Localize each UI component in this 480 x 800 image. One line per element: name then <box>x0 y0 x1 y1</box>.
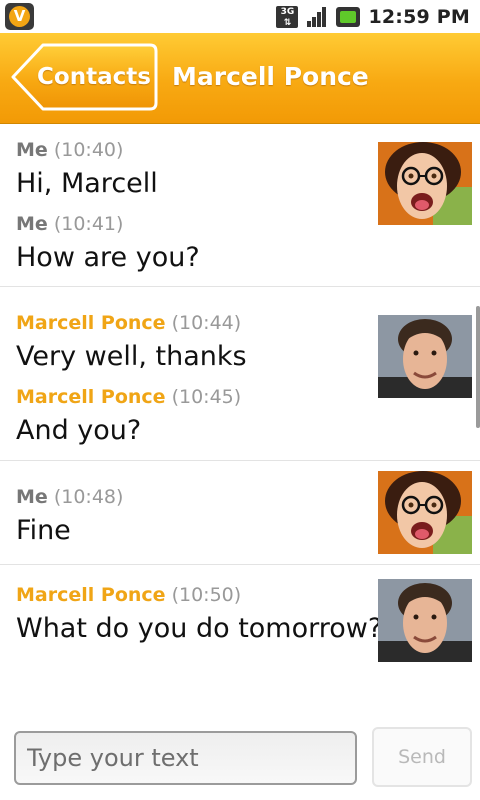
scrollbar[interactable] <box>476 306 480 428</box>
send-button[interactable]: Send <box>372 727 472 787</box>
message-group: Marcell Ponce (10:50) What do you do tom… <box>0 565 480 685</box>
message-time: (10:41) <box>53 213 124 235</box>
contact-avatar[interactable] <box>378 315 472 398</box>
message-time: (10:44) <box>171 312 242 334</box>
chat-header: Contacts Marcell Ponce <box>0 33 480 124</box>
contact-avatar[interactable] <box>378 579 472 662</box>
network-3g-icon: 3G ⇅ <box>276 5 299 28</box>
me-avatar[interactable] <box>378 471 472 554</box>
message-group: Me (10:40) Hi, Marcell Me (10:41) How ar… <box>0 124 480 287</box>
status-icons: 3G ⇅ 12:59 PM <box>276 0 470 33</box>
message-sender: Marcell Ponce <box>16 312 166 334</box>
battery-icon <box>336 6 361 27</box>
message-group: Me (10:48) Fine <box>0 461 480 565</box>
me-avatar[interactable] <box>378 142 472 225</box>
message-time: (10:45) <box>171 386 242 408</box>
composer: Send <box>0 714 480 800</box>
message-text: How are you? <box>16 242 200 273</box>
message-sender: Me <box>16 213 48 235</box>
back-button-label: Contacts <box>37 64 151 90</box>
message-time: (10:40) <box>53 139 124 161</box>
message-sender: Marcell Ponce <box>16 386 166 408</box>
message-group: Marcell Ponce (10:44) Very well, thanks … <box>0 287 480 461</box>
message-time: (10:48) <box>53 486 124 508</box>
message-time: (10:50) <box>171 584 242 606</box>
contact-name-title: Marcell Ponce <box>172 62 369 91</box>
message-input[interactable] <box>14 731 357 785</box>
message-list[interactable]: Me (10:40) Hi, Marcell Me (10:41) How ar… <box>0 124 480 714</box>
app-notification-icon[interactable]: V <box>5 3 34 30</box>
message-sender: Me <box>16 486 48 508</box>
status-bar: V 3G ⇅ 12:59 PM <box>0 0 480 33</box>
status-time: 12:59 PM <box>368 5 470 28</box>
message-sender: Me <box>16 139 48 161</box>
contacts-back-button[interactable]: Contacts <box>10 42 158 112</box>
signal-icon <box>306 6 328 28</box>
message-sender: Marcell Ponce <box>16 584 166 606</box>
message-text: And you? <box>16 415 142 446</box>
